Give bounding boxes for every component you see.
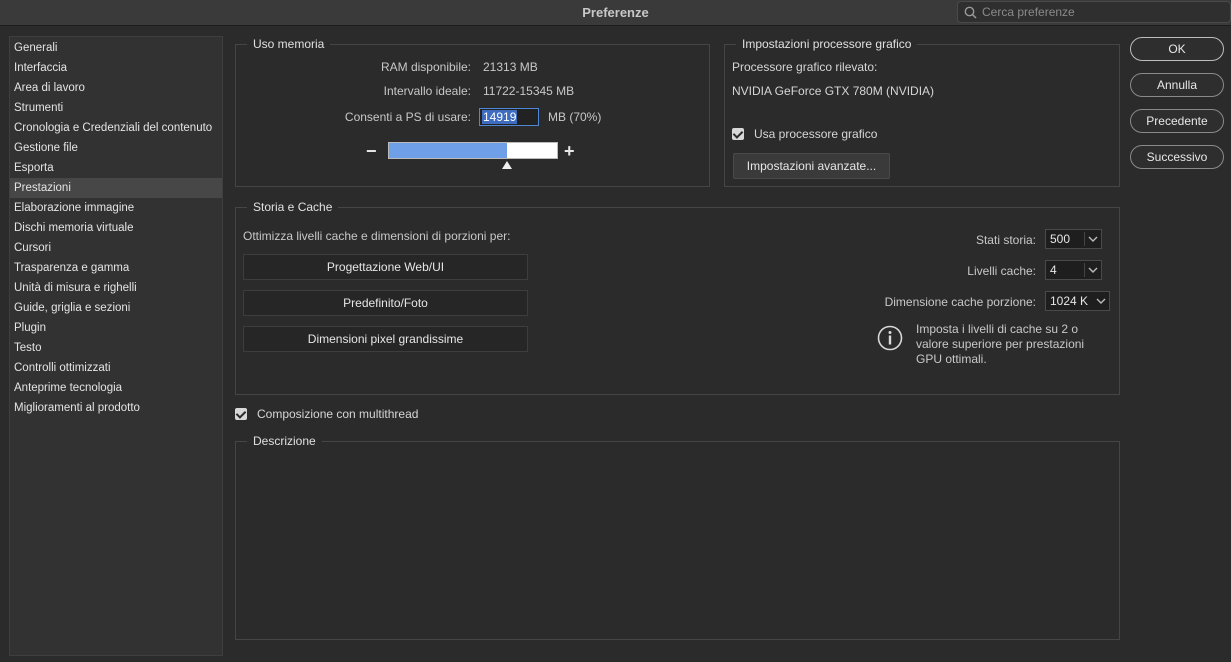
ideal-range-label: Intervallo ideale: [383, 84, 471, 98]
allow-ps-label: Consenti a PS di usare: [344, 110, 471, 124]
tile-size-label: Dimensione cache porzione: [884, 295, 1036, 309]
sidebar-item-anteprime[interactable]: Anteprime tecnologia [10, 378, 222, 398]
sidebar-item-controlli[interactable]: Controlli ottimizzati [10, 358, 222, 378]
sidebar-item-generali[interactable]: Generali [10, 38, 222, 58]
sidebar-item-prestazioni[interactable]: Prestazioni [10, 178, 222, 198]
preset-default-photo-button[interactable]: Predefinito/Foto [243, 290, 528, 316]
sidebar-item-cursori[interactable]: Cursori [10, 238, 222, 258]
chevron-down-icon [1096, 298, 1106, 304]
search-icon [964, 6, 977, 19]
sidebar-item-interfaccia[interactable]: Interfaccia [10, 58, 222, 78]
ok-button[interactable]: OK [1130, 37, 1224, 61]
sidebar-item-dischi-memoria[interactable]: Dischi memoria virtuale [10, 218, 222, 238]
memory-amount-input[interactable]: 14919 [479, 108, 539, 126]
preferences-sidebar: Generali Interfaccia Area di lavoro Stru… [9, 36, 223, 656]
history-states-label: Stati storia: [975, 233, 1036, 247]
gpu-detected-value: NVIDIA GeForce GTX 780M (NVIDIA) [732, 84, 935, 98]
sidebar-item-area-di-lavoro[interactable]: Area di lavoro [10, 78, 222, 98]
memory-amount-value: 14919 [482, 110, 518, 124]
description-group [235, 441, 1120, 640]
sidebar-item-plugin[interactable]: Plugin [10, 318, 222, 338]
memory-slider-thumb[interactable] [502, 161, 512, 169]
info-icon [877, 325, 903, 351]
gpu-detected-label: Processore grafico rilevato: [732, 60, 878, 74]
sidebar-item-strumenti[interactable]: Strumenti [10, 98, 222, 118]
ideal-range-value: 11722-15345 MB [483, 84, 575, 98]
tile-size-select[interactable]: 1024 K [1045, 291, 1110, 311]
next-button[interactable]: Successivo [1130, 145, 1224, 169]
preset-huge-pixel-button[interactable]: Dimensioni pixel grandissime [243, 326, 528, 352]
decrease-memory-button[interactable]: − [366, 142, 377, 160]
sidebar-item-esporta[interactable]: Esporta [10, 158, 222, 178]
tile-size-value: 1024 K [1050, 294, 1089, 308]
gpu-cache-info-text: Imposta i livelli di cache su 2 o valore… [916, 322, 1085, 366]
sidebar-item-guide[interactable]: Guide, griglia e sezioni [10, 298, 222, 318]
cache-levels-value: 4 [1050, 263, 1057, 277]
memory-slider-fill [389, 143, 507, 158]
ram-available-label: RAM disponibile: [380, 60, 471, 74]
preset-web-ui-button[interactable]: Progettazione Web/UI [243, 254, 528, 280]
previous-button[interactable]: Precedente [1130, 109, 1224, 133]
sidebar-item-cronologia[interactable]: Cronologia e Credenziali del contenuto [10, 118, 222, 138]
memory-usage-label: Uso memoria [247, 37, 331, 51]
search-input[interactable] [982, 4, 1222, 20]
allow-ps-unit: MB (70%) [548, 110, 602, 124]
increase-memory-button[interactable]: + [564, 142, 575, 160]
cache-levels-label: Livelli cache: [967, 264, 1036, 278]
sidebar-item-miglioramenti[interactable]: Miglioramenti al prodotto [10, 398, 222, 418]
memory-slider[interactable] [388, 142, 558, 159]
advanced-gpu-settings-button[interactable]: Impostazioni avanzate... [733, 153, 890, 179]
cache-levels-select[interactable]: 4 [1045, 260, 1102, 280]
select-divider [1084, 232, 1085, 246]
description-label: Descrizione [247, 434, 322, 448]
use-gpu-checkbox[interactable] [732, 128, 744, 140]
title-bar: Preferenze [0, 0, 1231, 26]
multithread-label: Composizione con multithread [257, 407, 419, 421]
cancel-button[interactable]: Annulla [1130, 73, 1224, 97]
select-divider [1084, 263, 1085, 277]
sidebar-item-gestione-file[interactable]: Gestione file [10, 138, 222, 158]
sidebar-item-testo[interactable]: Testo [10, 338, 222, 358]
sidebar-item-trasparenza[interactable]: Trasparenza e gamma [10, 258, 222, 278]
sidebar-item-elaborazione-immagine[interactable]: Elaborazione immagine [10, 198, 222, 218]
multithread-checkbox[interactable] [235, 408, 247, 420]
optimize-cache-label: Ottimizza livelli cache e dimensioni di … [243, 229, 511, 243]
history-states-value: 500 [1050, 232, 1071, 246]
search-box[interactable] [957, 1, 1231, 23]
use-gpu-label: Usa processore grafico [754, 127, 878, 141]
history-states-select[interactable]: 500 [1045, 229, 1102, 249]
gpu-settings-label: Impostazioni processore grafico [736, 37, 918, 51]
sidebar-item-unita-misura[interactable]: Unità di misura e righelli [10, 278, 222, 298]
chevron-down-icon [1088, 236, 1098, 242]
history-cache-label: Storia e Cache [247, 200, 339, 214]
chevron-down-icon [1088, 267, 1098, 273]
ram-available-value: 21313 MB [483, 60, 538, 74]
